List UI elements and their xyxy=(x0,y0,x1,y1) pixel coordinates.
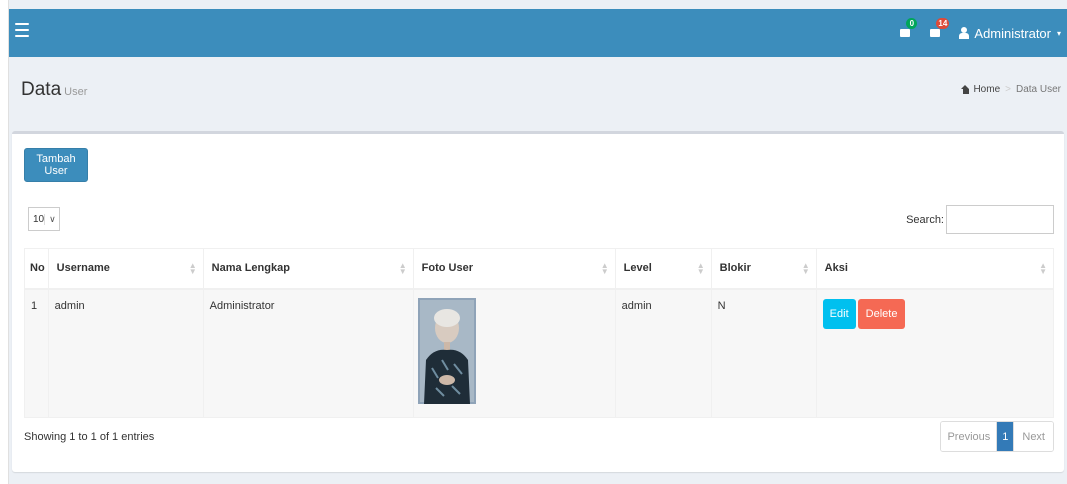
notifications-badge: 0 xyxy=(906,18,918,29)
search-label: Search: xyxy=(906,213,944,226)
search-control: Search: xyxy=(906,205,1054,234)
page-title: Data User xyxy=(21,79,87,101)
sort-icon: ▲ ▼ xyxy=(188,261,197,276)
column-label: Aksi xyxy=(824,262,848,275)
cell-no: 1 xyxy=(24,288,49,418)
home-icon xyxy=(961,85,970,94)
table-header-row: No Username ▲ ▼ Nama Lengkap ▲ ▼ Foto User ▲ ▼… xyxy=(24,248,1055,290)
table-info: Showing 1 to 1 of 1 entries xyxy=(24,431,155,443)
users-table: No Username ▲ ▼ Nama Lengkap ▲ ▼ Foto User ▲ ▼… xyxy=(24,248,1055,418)
column-header-no[interactable]: No xyxy=(24,248,49,290)
page-length-control: 10 ∨ xyxy=(28,207,60,231)
cell-aksi: Edit Delete xyxy=(815,288,1055,418)
chevron-down-icon: ∨ xyxy=(44,213,56,225)
column-label: Username xyxy=(56,262,110,275)
pagination-next[interactable]: Next xyxy=(1013,422,1053,451)
cell-username: admin xyxy=(47,288,204,418)
column-header-aksi[interactable]: Aksi ▲ ▼ xyxy=(815,248,1055,290)
sort-icon: ▲ ▼ xyxy=(1039,261,1047,276)
column-header-foto-user[interactable]: Foto User ▲ ▼ xyxy=(412,248,616,290)
column-label: Level xyxy=(623,262,652,275)
cell-foto xyxy=(412,288,616,418)
search-input[interactable] xyxy=(946,205,1054,234)
pagination-previous[interactable]: Previous xyxy=(941,422,998,451)
sort-icon: ▲ ▼ xyxy=(696,261,705,276)
cell-nama-lengkap: Administrator xyxy=(202,288,414,418)
column-header-blokir[interactable]: Blokir ▲ ▼ xyxy=(710,248,817,290)
breadcrumb-current: Data User xyxy=(1015,84,1061,95)
menu-icon[interactable] xyxy=(15,23,29,37)
user-menu[interactable]: Administrator ▾ xyxy=(959,26,1061,41)
column-label: No xyxy=(30,262,45,275)
user-icon xyxy=(959,27,970,39)
edit-button[interactable]: Edit xyxy=(822,298,856,329)
sort-icon: ▲ ▼ xyxy=(801,261,810,276)
page-length-select[interactable]: 10 ∨ xyxy=(28,207,60,231)
navbar-right: 0 14 Administrator ▾ xyxy=(899,9,1061,57)
column-header-username[interactable]: Username ▲ ▼ xyxy=(47,248,204,290)
envelope-icon xyxy=(900,29,911,37)
user-table-box: Tambah User 10 ∨ Search: No Username ▲ ▼ N… xyxy=(12,131,1064,472)
user-name: Administrator xyxy=(974,25,1051,41)
breadcrumb-home[interactable]: Home xyxy=(973,84,1000,95)
sort-icon: ▲ ▼ xyxy=(600,261,609,276)
notifications-dropdown[interactable]: 0 xyxy=(899,18,918,42)
user-photo xyxy=(417,297,476,404)
page-title-text: Data xyxy=(21,79,62,100)
page-subtitle: User xyxy=(64,86,88,98)
sidebar-collapsed xyxy=(0,0,9,484)
sort-icon: ▲ ▼ xyxy=(398,261,407,276)
pagination-page-1[interactable]: 1 xyxy=(997,422,1014,451)
message-icon xyxy=(930,29,941,37)
content-header: Data User Home > Data User xyxy=(9,57,1067,113)
breadcrumb: Home > Data User xyxy=(961,84,1061,95)
cell-level: admin xyxy=(614,288,712,418)
column-label: Blokir xyxy=(719,262,751,275)
add-user-button[interactable]: Tambah User xyxy=(24,148,88,182)
table-row: 1 admin Administrator admin N Edit Delet… xyxy=(24,288,1055,418)
cell-blokir: N xyxy=(710,288,817,418)
column-label: Nama Lengkap xyxy=(211,262,290,275)
column-header-nama-lengkap[interactable]: Nama Lengkap ▲ ▼ xyxy=(202,248,414,290)
caret-down-icon: ▾ xyxy=(1056,28,1061,38)
column-label: Foto User xyxy=(421,262,474,275)
page-length-value: 10 xyxy=(33,213,45,225)
column-header-level[interactable]: Level ▲ ▼ xyxy=(614,248,712,290)
pagination: Previous 1 Next xyxy=(940,421,1054,452)
delete-button[interactable]: Delete xyxy=(857,298,906,329)
messages-dropdown[interactable]: 14 xyxy=(929,18,950,42)
breadcrumb-separator: > xyxy=(1005,84,1011,95)
messages-badge: 14 xyxy=(936,18,950,29)
top-navbar: 0 14 Administrator ▾ xyxy=(9,9,1067,57)
